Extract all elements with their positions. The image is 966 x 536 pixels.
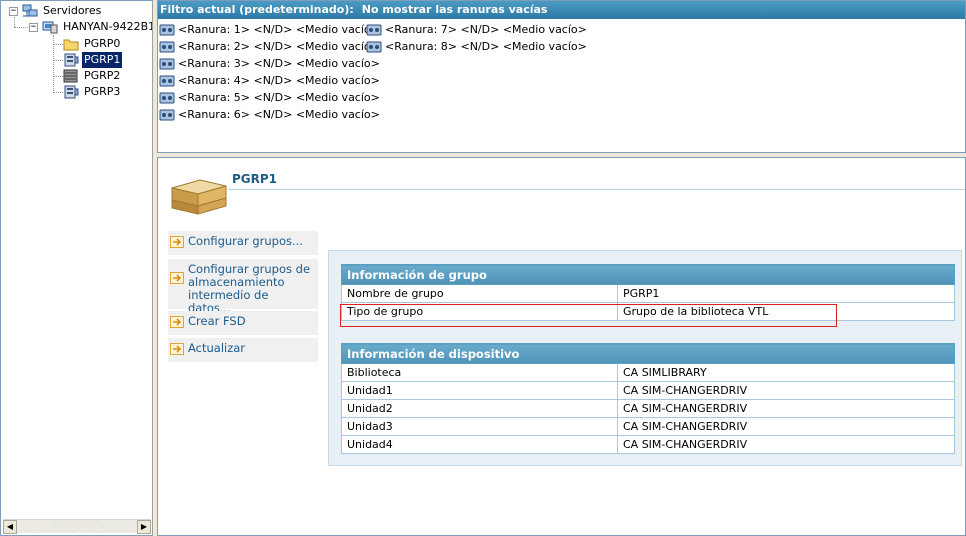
table-cell-value: PGRP1: [617, 284, 955, 303]
slot-label: <Ranura: 8> <N/D> <Medio vacío>: [385, 40, 587, 53]
tree-connector: [53, 92, 63, 93]
info-container: Información de grupo Nombre de grupo PGR…: [328, 250, 962, 466]
group-storage-icon: [171, 179, 227, 215]
folder-icon: [63, 39, 79, 51]
table-cell-value: CA SIM-CHANGERDRIV: [617, 399, 955, 418]
table-cell-key: Biblioteca: [341, 363, 618, 382]
arrow-right-icon: [170, 316, 184, 328]
table-cell-value: CA SIM-CHANGERDRIV: [617, 435, 955, 454]
table-row: Unidad2 CA SIM-CHANGERDRIV: [341, 399, 955, 418]
table-cell-key: Unidad3: [341, 417, 618, 436]
arrow-right-icon: [170, 272, 184, 284]
tree-node-pgrp1[interactable]: PGRP1: [63, 51, 124, 69]
tape-slot-icon: [159, 41, 175, 53]
tree-node-pgrp0[interactable]: PGRP0: [63, 36, 122, 52]
tape-slot-icon: [159, 109, 175, 121]
refresh-link[interactable]: Actualizar: [168, 338, 318, 362]
tree-label-server: HANYAN-9422B11: [63, 20, 153, 33]
tape-slot-icon: [159, 75, 175, 87]
table-cell-key: Unidad2: [341, 399, 618, 418]
tape-slot-icon: [159, 92, 175, 104]
table-cell-key: Nombre de grupo: [341, 284, 618, 303]
server-icon: [42, 21, 58, 34]
device-info-header: Información de dispositivo: [341, 343, 955, 364]
tree-connector: [53, 76, 63, 77]
arrow-right-icon: [170, 236, 184, 248]
collapse-icon[interactable]: −: [29, 22, 38, 32]
action-label: Actualizar: [188, 341, 246, 355]
tree-label-pgrp3: PGRP3: [84, 85, 121, 98]
table-row: Unidad4 CA SIM-CHANGERDRIV: [341, 435, 955, 454]
highlight-box: [340, 304, 837, 327]
scroll-right-icon[interactable]: ▶: [137, 520, 151, 534]
table-row: Biblioteca CA SIMLIBRARY: [341, 363, 955, 382]
table-cell-value: CA SIM-CHANGERDRIV: [617, 417, 955, 436]
tape-slot-icon: [366, 41, 382, 53]
tree-label-pgrp1: PGRP1: [80, 51, 124, 69]
slot-item[interactable]: <Ranura: 4> <N/D> <Medio vacío>: [159, 73, 380, 89]
device-info-table: Información de dispositivo Biblioteca CA…: [341, 343, 955, 454]
scrollbar-track[interactable]: [17, 520, 137, 533]
table-cell-key: Unidad1: [341, 381, 618, 400]
table-cell-value: CA SIM-CHANGERDRIV: [617, 381, 955, 400]
table-row: Unidad1 CA SIM-CHANGERDRIV: [341, 381, 955, 400]
collapse-icon[interactable]: −: [9, 6, 18, 16]
tree-connector: [53, 60, 63, 61]
tree-connector: [14, 27, 28, 28]
create-fsd-link[interactable]: Crear FSD: [168, 311, 318, 335]
tape-library-icon: [64, 53, 79, 67]
tape-slot-icon: [366, 24, 382, 36]
filter-value: No mostrar las ranuras vacías: [361, 3, 548, 16]
slot-label: <Ranura: 6> <N/D> <Medio vacío>: [178, 108, 380, 121]
horizontal-scrollbar[interactable]: ◀ ▶: [3, 519, 151, 534]
tree-label-pgrp2: PGRP2: [84, 69, 121, 82]
page-title: PGRP1: [232, 172, 278, 186]
action-label: Crear FSD: [188, 314, 246, 328]
detail-panel: PGRP1 Configurar grupos... Configurar gr…: [157, 157, 966, 536]
action-label: Configurar grupos de almacenamiento inte…: [188, 262, 311, 315]
tree-node-server[interactable]: − HANYAN-9422B11: [29, 19, 153, 35]
table-row: Nombre de grupo PGRP1: [341, 284, 955, 303]
tree-node-pgrp3[interactable]: PGRP3: [63, 84, 122, 100]
slot-item[interactable]: <Ranura: 2> <N/D> <Medio vacío>: [159, 39, 380, 55]
table-cell-value: CA SIMLIBRARY: [617, 363, 955, 382]
tape-slot-icon: [159, 58, 175, 70]
table-row: Unidad3 CA SIM-CHANGERDRIV: [341, 417, 955, 436]
filter-label: Filtro actual (predeterminado):: [160, 3, 354, 16]
slot-label: <Ranura: 2> <N/D> <Medio vacío>: [178, 40, 380, 53]
app-window: − Servidores − HANYAN-9422B11 PGRP0 PGRP…: [0, 0, 966, 536]
slot-label: <Ranura: 3> <N/D> <Medio vacío>: [178, 57, 380, 70]
slot-item[interactable]: <Ranura: 8> <N/D> <Medio vacío>: [366, 39, 587, 55]
filter-bar[interactable]: Filtro actual (predeterminado): No mostra…: [158, 1, 965, 19]
slot-item[interactable]: <Ranura: 6> <N/D> <Medio vacío>: [159, 107, 380, 123]
server-tree[interactable]: − Servidores − HANYAN-9422B11 PGRP0 PGRP…: [0, 0, 153, 536]
tree-connector: [53, 44, 63, 45]
tape-drive-icon: [63, 69, 78, 83]
tree-node-pgrp2[interactable]: PGRP2: [63, 68, 122, 84]
configure-groups-link[interactable]: Configurar grupos...: [168, 231, 318, 255]
slot-item[interactable]: <Ranura: 3> <N/D> <Medio vacío>: [159, 56, 380, 72]
slot-item[interactable]: <Ranura: 1> <N/D> <Medio vacío>: [159, 22, 380, 38]
tape-library-icon: [64, 85, 79, 99]
slot-panel: Filtro actual (predeterminado): No mostra…: [157, 0, 966, 153]
slot-label: <Ranura: 7> <N/D> <Medio vacío>: [385, 23, 587, 36]
slot-label: <Ranura: 4> <N/D> <Medio vacío>: [178, 74, 380, 87]
slot-label: <Ranura: 5> <N/D> <Medio vacío>: [178, 91, 380, 104]
group-info-header: Información de grupo: [341, 264, 955, 285]
configure-staging-groups-link[interactable]: Configurar grupos de almacenamiento inte…: [168, 259, 318, 315]
tree-label-servers: Servidores: [43, 4, 102, 17]
action-label: Configurar grupos...: [188, 234, 303, 248]
servers-icon: [22, 4, 38, 17]
slot-item[interactable]: <Ranura: 5> <N/D> <Medio vacío>: [159, 90, 380, 106]
divider: [228, 189, 965, 190]
slot-item[interactable]: <Ranura: 7> <N/D> <Medio vacío>: [366, 22, 587, 38]
arrow-right-icon: [170, 343, 184, 355]
tape-slot-icon: [159, 24, 175, 36]
tree-node-servers[interactable]: − Servidores: [9, 3, 103, 19]
scroll-left-icon[interactable]: ◀: [3, 520, 17, 534]
table-cell-key: Unidad4: [341, 435, 618, 454]
slot-label: <Ranura: 1> <N/D> <Medio vacío>: [178, 23, 380, 36]
tree-label-pgrp0: PGRP0: [84, 37, 121, 50]
